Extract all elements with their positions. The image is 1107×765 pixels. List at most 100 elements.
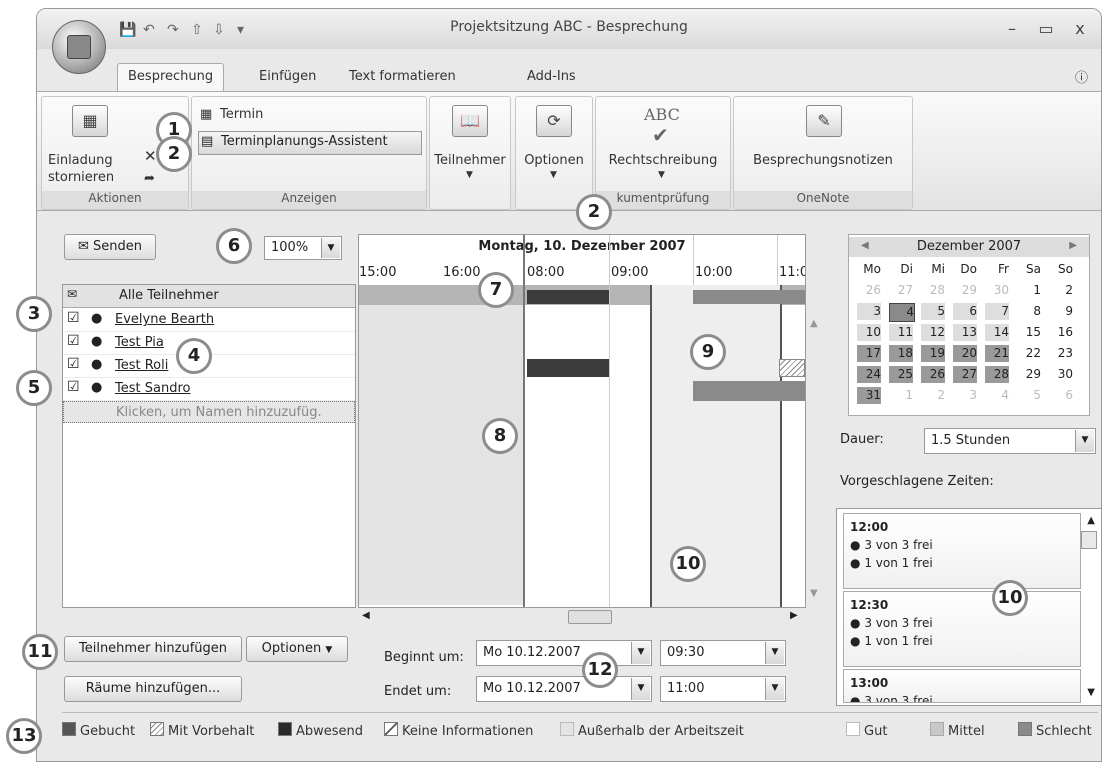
besprechungsnotizen-button[interactable]: Besprechungsnotizen	[734, 153, 912, 168]
calendar-day[interactable]: 9	[1049, 303, 1073, 320]
cancel-invitation-icon[interactable]: ▦	[72, 105, 108, 137]
calendar-day[interactable]: 1	[889, 387, 913, 404]
suggestion-item[interactable]: 12:00 ● 3 von 3 frei ● 1 von 1 frei	[843, 513, 1081, 589]
suggestions-scroll-down-icon[interactable]: ▼	[1087, 687, 1095, 698]
calendar-day[interactable]: 16	[1049, 324, 1073, 341]
calendar-day[interactable]: 20	[953, 345, 977, 362]
calendar-day[interactable]: 18	[889, 345, 913, 362]
undo-icon[interactable]: ↶	[143, 22, 155, 38]
abc-spellcheck-icon[interactable]: ABC	[644, 105, 680, 124]
start-time-select[interactable]: 09:30 ▼	[660, 640, 786, 666]
calendar-day[interactable]: 19	[921, 345, 945, 362]
calendar-day[interactable]: 26	[921, 366, 945, 383]
checkbox[interactable]: ☑	[67, 333, 80, 349]
horizontal-scrollbar[interactable]: ◀ ▶	[358, 610, 804, 624]
calendar-day[interactable]: 27	[889, 282, 913, 299]
checkbox[interactable]: ☑	[67, 310, 80, 326]
calendar-day[interactable]: 23	[1049, 345, 1073, 362]
suggestions-scroll-up-icon[interactable]: ▲	[1087, 515, 1095, 526]
calendar-day[interactable]: 26	[857, 282, 881, 299]
calendar-day[interactable]: 24	[857, 366, 881, 383]
rechtschreibung-button[interactable]: Rechtschreibung	[600, 153, 726, 168]
attendee-name[interactable]: Evelyne Bearth	[115, 312, 214, 327]
rechtschreibung-dropdown-icon[interactable]: ▼	[658, 170, 665, 180]
calendar-day[interactable]: 31	[857, 387, 881, 404]
customize-qat-icon[interactable]: ▾	[237, 22, 244, 38]
scroll-right-icon[interactable]: ▶	[790, 610, 798, 621]
start-date-dropdown-icon[interactable]: ▼	[631, 642, 650, 664]
attendee-row[interactable]: ☑ ● Test Sandro	[63, 378, 355, 401]
scroll-left-icon[interactable]: ◀	[362, 610, 370, 621]
meeting-notes-icon[interactable]: ✎	[806, 105, 842, 137]
calendar-day[interactable]: 10	[857, 324, 881, 341]
calendar-day[interactable]: 4	[985, 387, 1009, 404]
suggestions-scroll-thumb[interactable]	[1081, 531, 1097, 549]
calendar-day[interactable]: 2	[1049, 282, 1073, 299]
calendar-day[interactable]: 28	[985, 366, 1009, 383]
maximize-button[interactable]: ▭	[1031, 19, 1061, 38]
end-date-select[interactable]: Mo 10.12.2007 ▼	[476, 676, 652, 702]
zoom-select[interactable]: 100% ▼	[264, 236, 342, 260]
forward-icon[interactable]: ➦	[144, 171, 155, 186]
teilnehmer-button[interactable]: Teilnehmer	[430, 153, 510, 168]
scroll-up-icon[interactable]: ▲	[810, 318, 818, 329]
calendar-day[interactable]: 29	[953, 282, 977, 299]
calendar-day[interactable]: 28	[921, 282, 945, 299]
down-arrow-icon[interactable]: ⇩	[213, 22, 225, 38]
end-time-select[interactable]: 11:00 ▼	[660, 676, 786, 702]
stornieren-label[interactable]: stornieren	[48, 170, 114, 185]
calendar-day[interactable]: 2	[921, 387, 945, 404]
minimize-button[interactable]: –	[997, 19, 1027, 38]
einladung-label[interactable]: Einladung	[48, 153, 113, 168]
optionen-button[interactable]: Optionen	[516, 153, 592, 168]
next-month-icon[interactable]: ▶	[1069, 240, 1077, 251]
attendee-name[interactable]: Test Roli	[115, 358, 168, 373]
calendar-day[interactable]: 21	[985, 345, 1009, 362]
add-attendee-row[interactable]: Klicken, um Namen hinzuzufüg.	[63, 401, 355, 423]
end-date-dropdown-icon[interactable]: ▼	[631, 678, 650, 700]
calendar-day[interactable]: 7	[985, 303, 1009, 320]
end-time-dropdown-icon[interactable]: ▼	[765, 678, 784, 700]
up-arrow-icon[interactable]: ⇧	[191, 22, 203, 38]
schedule-grid[interactable]: Montag, 10. Dezember 2007 15:00 16:00 08…	[358, 234, 806, 608]
teilnehmer-dropdown-icon[interactable]: ▼	[466, 170, 473, 180]
refresh-options-icon[interactable]: ⟳	[536, 105, 572, 137]
duration-dropdown-icon[interactable]: ▼	[1075, 430, 1094, 452]
attendee-name[interactable]: Test Sandro	[115, 381, 190, 396]
tab-text-formatieren[interactable]: Text formatieren	[349, 69, 456, 84]
calendar-day[interactable]: 1	[1017, 282, 1041, 299]
calendar-day[interactable]: 30	[1049, 366, 1073, 383]
scrollbar-thumb[interactable]	[568, 610, 612, 624]
office-button[interactable]	[52, 20, 106, 74]
tab-besprechung[interactable]: Besprechung	[117, 63, 225, 93]
calendar-day[interactable]: 27	[953, 366, 977, 383]
duration-select[interactable]: 1.5 Stunden ▼	[924, 428, 1096, 454]
scroll-down-icon[interactable]: ▼	[810, 588, 818, 599]
checkbox[interactable]: ☑	[67, 356, 80, 372]
calendar-day[interactable]: 4	[889, 303, 915, 322]
termin-button[interactable]: Termin	[220, 107, 263, 122]
attendee-name[interactable]: Test Pia	[115, 335, 164, 350]
calendar-day[interactable]: 6	[953, 303, 977, 320]
optionen-dropdown-icon[interactable]: ▼	[550, 170, 557, 180]
calendar-day[interactable]: 17	[857, 345, 881, 362]
redo-icon[interactable]: ↷	[167, 22, 179, 38]
zoom-dropdown-icon[interactable]: ▼	[321, 238, 340, 258]
tab-einfuegen[interactable]: Einfügen	[259, 69, 316, 84]
add-rooms-button[interactable]: Räume hinzufügen...	[64, 676, 242, 702]
calendar-day[interactable]: 22	[1017, 345, 1041, 362]
calendar-day[interactable]: 13	[953, 324, 977, 341]
close-button[interactable]: x	[1065, 19, 1095, 38]
calendar-day[interactable]: 15	[1017, 324, 1041, 341]
tab-add-ins[interactable]: Add-Ins	[527, 69, 576, 84]
checkbox[interactable]: ☑	[67, 379, 80, 395]
address-book-icon[interactable]: 📖	[452, 105, 488, 137]
calendar-day[interactable]: 6	[1049, 387, 1073, 404]
terminplanungs-assistent-button[interactable]: ▤ Terminplanungs-Assistent	[198, 131, 422, 155]
calendar-day[interactable]: 5	[1017, 387, 1041, 404]
attendee-row[interactable]: ☑ ● Evelyne Bearth	[63, 309, 355, 332]
delete-icon[interactable]: ✕	[144, 147, 157, 165]
calendar-day[interactable]: 25	[889, 366, 913, 383]
calendar-day[interactable]: 29	[1017, 366, 1041, 383]
calendar-day[interactable]: 3	[857, 303, 881, 320]
